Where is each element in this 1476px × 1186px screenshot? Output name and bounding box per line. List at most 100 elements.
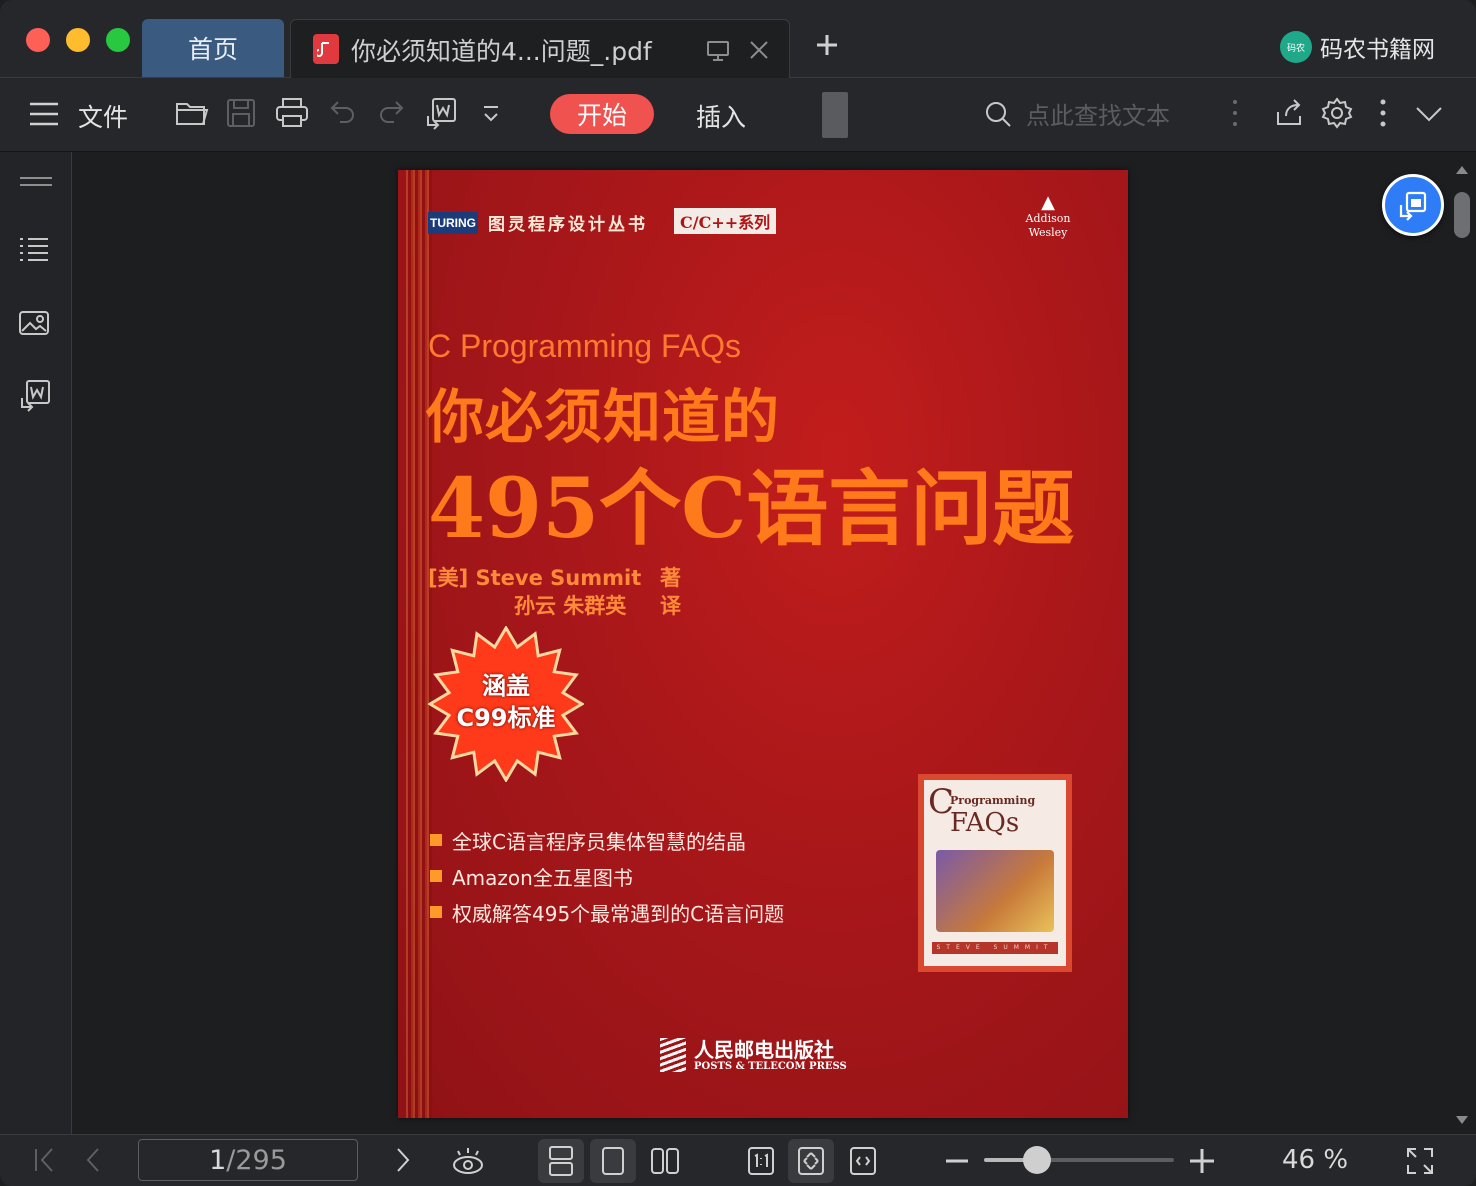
tab-bar: 首页 你必须知道的4...问题_.pdf 码农 码农书籍网 bbox=[0, 0, 1476, 78]
eye-care-mode-icon[interactable] bbox=[450, 1145, 486, 1177]
tab-home[interactable]: 首页 bbox=[142, 19, 284, 77]
publisher-logo: 人民邮电出版社 POSTS & TELECOM PRESS bbox=[660, 1038, 847, 1072]
bullet-square-icon bbox=[430, 906, 442, 918]
share-icon[interactable] bbox=[1274, 96, 1306, 128]
bullet-text: Amazon全五星图书 bbox=[452, 865, 633, 890]
two-page-icon bbox=[651, 1148, 679, 1174]
bullet-item: Amazon全五星图书 bbox=[430, 858, 784, 894]
thumbnails-image-icon[interactable] bbox=[18, 308, 50, 338]
search-input[interactable]: 点此查找文本 bbox=[1026, 96, 1170, 131]
vertical-scrollbar[interactable] bbox=[1452, 166, 1472, 1124]
main-toolbar: 文件 开始 插入 点此查找文本 bbox=[0, 78, 1476, 152]
minimize-window-button[interactable] bbox=[66, 28, 90, 52]
scroll-up-arrow-icon[interactable] bbox=[1456, 166, 1468, 174]
save-icon[interactable] bbox=[224, 96, 258, 130]
brand[interactable]: 码农 码农书籍网 bbox=[1280, 30, 1435, 64]
vertical-dots-icon[interactable] bbox=[1226, 96, 1244, 130]
new-tab-plus-icon[interactable] bbox=[814, 32, 840, 58]
aw-line2: Wesley bbox=[1028, 226, 1068, 239]
zoom-in-icon[interactable] bbox=[1188, 1147, 1216, 1175]
zoom-slider[interactable] bbox=[984, 1146, 1174, 1174]
floating-convert-button[interactable] bbox=[1382, 174, 1444, 236]
zoom-out-icon[interactable] bbox=[944, 1149, 970, 1173]
english-title: C Programming FAQs bbox=[428, 328, 741, 364]
series-title: 图灵程序设计丛书 bbox=[488, 215, 648, 235]
tab-document[interactable]: 你必须知道的4...问题_.pdf bbox=[290, 19, 790, 78]
actual-size-button[interactable] bbox=[738, 1139, 784, 1183]
document-viewport[interactable]: TURING 图灵程序设计丛书 C/C++系列 ▲ Addison Wesley… bbox=[72, 152, 1476, 1134]
continuous-scroll-view-button[interactable] bbox=[538, 1139, 584, 1183]
more-dropdown-icon[interactable] bbox=[480, 104, 502, 126]
total-pages: /295 bbox=[226, 1144, 287, 1176]
burst-line2: C99标准 bbox=[456, 704, 556, 732]
redo-icon[interactable] bbox=[376, 96, 406, 126]
zoom-slider-knob[interactable] bbox=[1023, 1146, 1052, 1174]
single-page-view-button[interactable] bbox=[590, 1139, 636, 1183]
brand-name: 码农书籍网 bbox=[1320, 37, 1435, 63]
convert-to-image-icon bbox=[1399, 191, 1427, 221]
maximize-window-button[interactable] bbox=[106, 28, 130, 52]
starburst-text: 涵盖 C99标准 bbox=[428, 670, 584, 734]
more-options-icon[interactable] bbox=[1374, 96, 1392, 130]
addison-wesley-logo: ▲ Addison Wesley bbox=[1008, 194, 1088, 240]
translators: 孙云 朱群英 bbox=[514, 594, 627, 618]
tab-document-title: 你必须知道的4...问题_.pdf bbox=[351, 37, 652, 66]
bullet-text: 权威解答495个最常遇到的C语言问题 bbox=[452, 901, 785, 926]
outline-list-icon[interactable] bbox=[18, 236, 50, 264]
fit-page-icon bbox=[798, 1147, 824, 1175]
file-menu[interactable]: 文件 bbox=[78, 98, 128, 134]
convert-document-icon[interactable] bbox=[18, 378, 52, 412]
hamburger-menu-icon[interactable] bbox=[28, 100, 60, 128]
close-window-button[interactable] bbox=[26, 28, 50, 52]
left-sidebar bbox=[0, 152, 72, 1134]
collapse-chevron-icon[interactable] bbox=[1414, 102, 1444, 126]
page-number-input[interactable]: 1/295 bbox=[138, 1139, 358, 1181]
fullscreen-icon[interactable] bbox=[1404, 1145, 1436, 1177]
actual-size-icon bbox=[748, 1147, 774, 1175]
fit-width-icon bbox=[850, 1147, 876, 1175]
scroll-down-arrow-icon[interactable] bbox=[1456, 1116, 1468, 1124]
author: [美] Steve Summit bbox=[428, 566, 642, 590]
chinese-title-line2: 495个C语言问题 bbox=[428, 461, 1075, 557]
publisher-mark-icon bbox=[660, 1038, 686, 1072]
first-page-icon[interactable] bbox=[32, 1145, 58, 1175]
mini-cover-programming: Programming bbox=[950, 794, 1036, 807]
search-icon bbox=[986, 101, 1011, 127]
tab-start[interactable]: 开始 bbox=[550, 94, 654, 134]
fit-page-button[interactable] bbox=[788, 1139, 834, 1183]
mini-cover-artwork bbox=[936, 850, 1054, 932]
screen-cast-icon[interactable] bbox=[705, 38, 731, 64]
current-page: 1 bbox=[209, 1144, 227, 1176]
bullet-square-icon bbox=[430, 870, 442, 882]
author-role: 著 bbox=[660, 566, 681, 590]
series-tag: C/C++系列 bbox=[674, 208, 777, 234]
pdf-to-word-icon[interactable] bbox=[424, 96, 458, 130]
bullet-item: 权威解答495个最常遇到的C语言问题 bbox=[430, 894, 784, 930]
aw-triangle-icon: ▲ bbox=[1041, 192, 1055, 213]
close-tab-icon[interactable] bbox=[747, 38, 771, 62]
zoom-level[interactable]: 46 % bbox=[1282, 1145, 1348, 1175]
undo-icon[interactable] bbox=[328, 96, 358, 126]
sidebar-collapse-icon[interactable] bbox=[18, 174, 54, 190]
bullet-square-icon bbox=[430, 834, 442, 846]
pdf-reader-window: 首页 你必须知道的4...问题_.pdf 码农 码农书籍网 文件 开始 插入 点… bbox=[0, 0, 1476, 1186]
aw-line1: Addison bbox=[1025, 212, 1071, 225]
open-folder-icon[interactable] bbox=[174, 96, 210, 130]
fit-width-button[interactable] bbox=[840, 1139, 886, 1183]
search-box[interactable]: 点此查找文本 bbox=[984, 96, 1170, 131]
settings-gear-icon[interactable] bbox=[1320, 96, 1354, 130]
two-page-view-button[interactable] bbox=[642, 1139, 688, 1183]
print-icon[interactable] bbox=[274, 96, 310, 130]
translator-role: 译 bbox=[660, 594, 681, 618]
mini-cover-author: STEVE SUMMIT bbox=[932, 942, 1058, 954]
more-tabs-handle[interactable] bbox=[822, 92, 848, 138]
original-cover-thumbnail: C Programming FAQs STEVE SUMMIT bbox=[918, 774, 1072, 972]
next-page-icon[interactable] bbox=[392, 1145, 414, 1175]
previous-page-icon[interactable] bbox=[82, 1145, 104, 1175]
scroll-thumb[interactable] bbox=[1454, 192, 1470, 238]
bottom-status-bar: 1/295 46 % bbox=[0, 1134, 1476, 1186]
pdf-page-cover: TURING 图灵程序设计丛书 C/C++系列 ▲ Addison Wesley… bbox=[398, 170, 1128, 1118]
tab-insert[interactable]: 插入 bbox=[696, 98, 746, 134]
turing-logo: TURING bbox=[428, 212, 478, 234]
single-page-icon bbox=[602, 1147, 624, 1175]
